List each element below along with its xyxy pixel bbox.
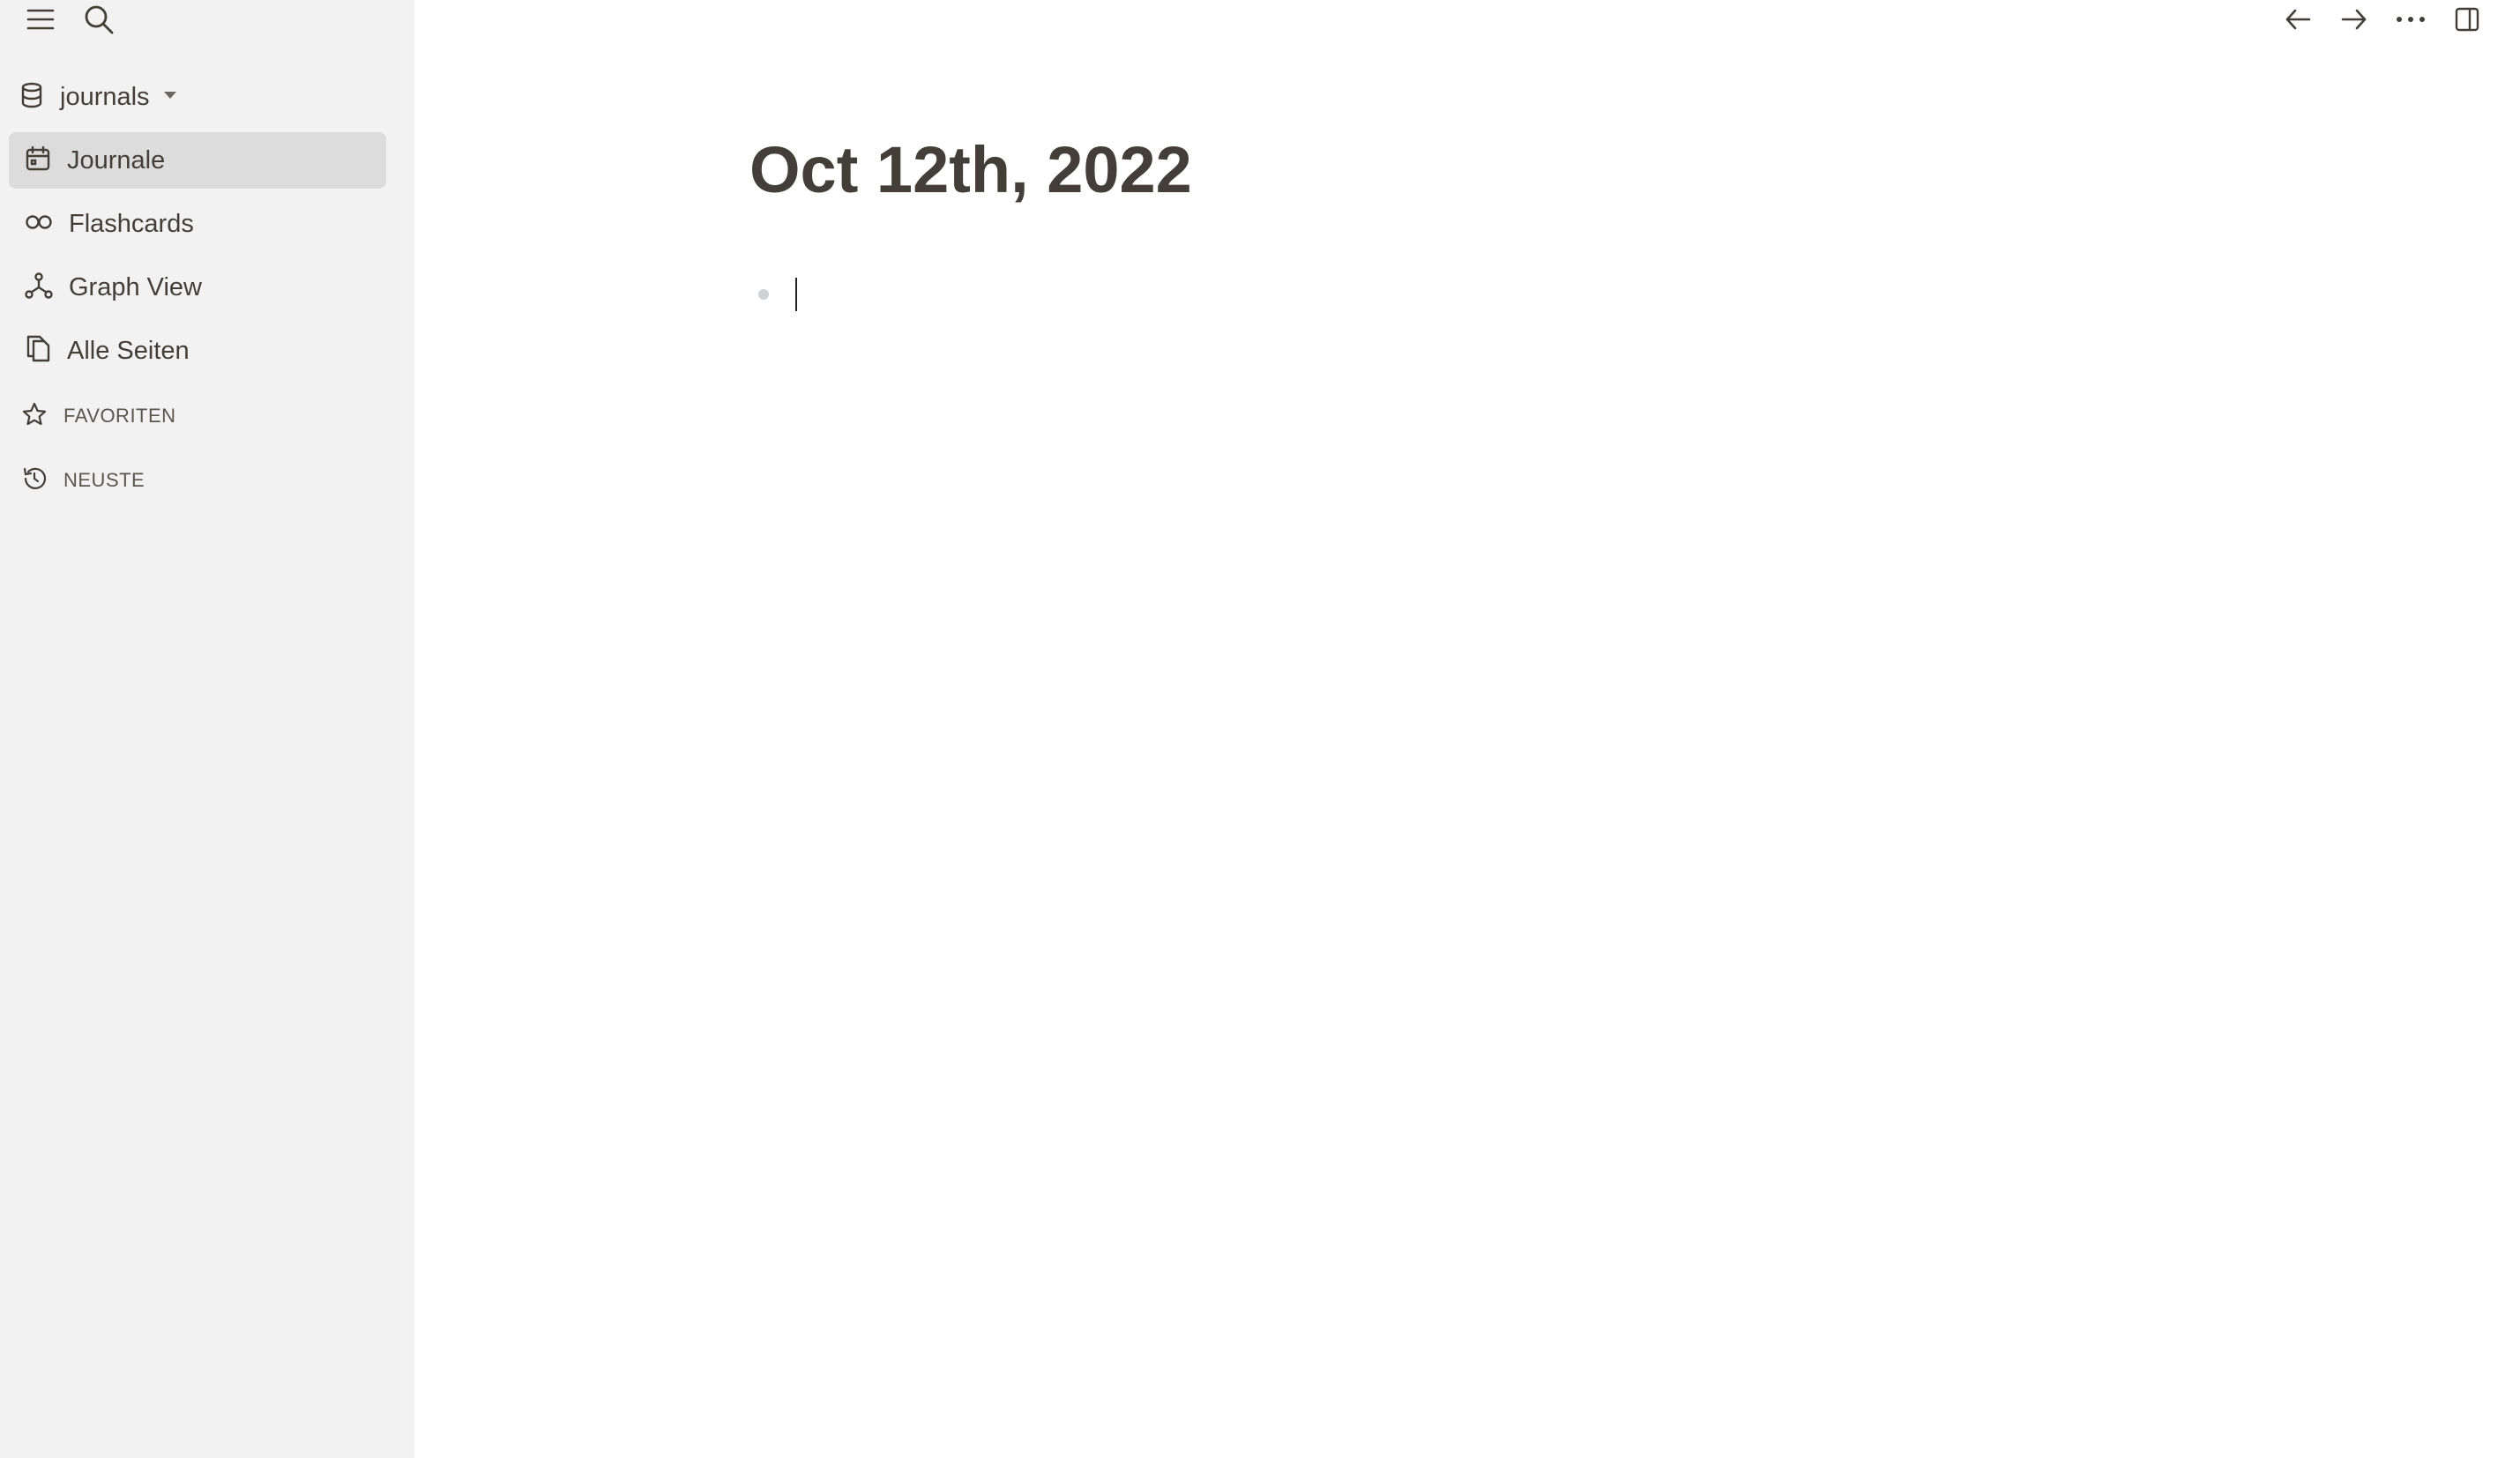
- sidebar-item-label: Graph View: [69, 272, 202, 301]
- page-title[interactable]: Oct 12th, 2022: [749, 134, 1192, 206]
- sidebar-item-journals[interactable]: Journale: [9, 132, 386, 189]
- search-icon[interactable]: [81, 2, 116, 37]
- calendar-icon: [25, 145, 51, 176]
- graph-selector[interactable]: journals: [19, 78, 178, 116]
- graph-name: journals: [60, 82, 150, 111]
- outline-block[interactable]: [758, 273, 1324, 316]
- graph-icon: [25, 272, 53, 304]
- sidebar-item-label: Flashcards: [69, 209, 194, 238]
- sidebar-item-label: Journale: [67, 145, 166, 175]
- sidebar-item-label: Alle Seiten: [67, 336, 190, 365]
- block-editor[interactable]: [795, 277, 1324, 312]
- section-label: FAVORITEN: [63, 405, 176, 427]
- infinity-icon: [25, 213, 53, 235]
- sidebar-item-graph-view[interactable]: Graph View: [9, 259, 386, 316]
- sidebar-item-flashcards[interactable]: Flashcards: [9, 196, 386, 252]
- text-cursor: [795, 278, 797, 311]
- more-icon[interactable]: [2393, 2, 2428, 37]
- arrow-left-icon[interactable]: [2280, 2, 2315, 37]
- database-icon: [19, 82, 44, 113]
- sidebar-toggle-icon[interactable]: [2449, 2, 2485, 37]
- arrow-right-icon[interactable]: [2337, 2, 2372, 37]
- sidebar-nav: Journale Flashcards Graph View Alle Seit…: [9, 132, 386, 386]
- section-label: NEUSTE: [63, 469, 145, 491]
- section-recent[interactable]: NEUSTE: [21, 463, 145, 498]
- section-favorites[interactable]: FAVORITEN: [21, 398, 176, 434]
- main-toolbar: [2280, 2, 2485, 37]
- pages-icon: [25, 335, 51, 368]
- sidebar-toolbar: [23, 2, 116, 37]
- sidebar-item-all-pages[interactable]: Alle Seiten: [9, 323, 386, 379]
- chevron-down-icon: [162, 89, 178, 105]
- block-bullet[interactable]: [758, 289, 769, 300]
- left-sidebar: journals Journale Flashcards Graph View: [0, 0, 414, 1458]
- history-icon: [21, 465, 48, 496]
- star-icon: [21, 401, 48, 432]
- menu-icon[interactable]: [23, 2, 58, 37]
